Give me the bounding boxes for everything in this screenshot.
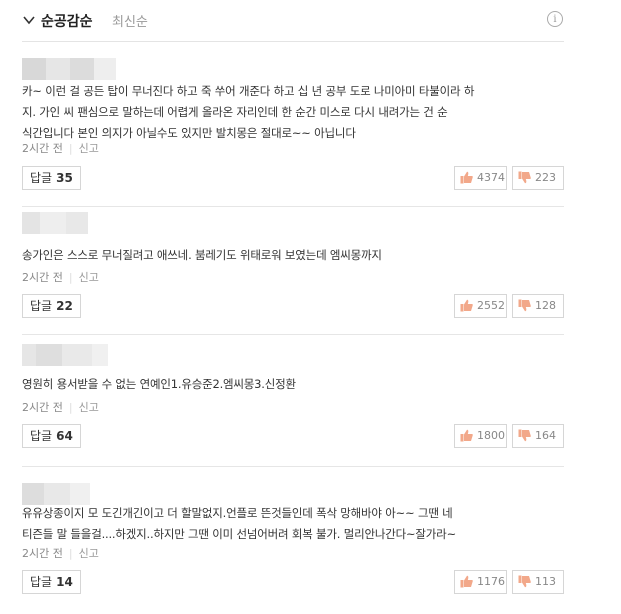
- like-button[interactable]: 1800: [454, 424, 507, 448]
- thumbs-down-icon: [518, 299, 531, 312]
- comment-divider: [22, 334, 564, 335]
- comment-time: 2시간 전: [22, 142, 63, 155]
- dislike-button[interactable]: 223: [512, 166, 564, 190]
- thumbs-up-icon: [460, 575, 473, 588]
- comment-sort-header: 순공감순 최신순 i: [22, 8, 564, 38]
- dislike-button[interactable]: 128: [512, 294, 564, 318]
- report-link[interactable]: 신고: [79, 271, 99, 284]
- thumbs-up-icon: [460, 171, 473, 184]
- comment-time: 2시간 전: [22, 547, 63, 560]
- comment-meta: 2시간 전 | 신고: [22, 547, 99, 560]
- chevron-down-icon[interactable]: [22, 13, 36, 27]
- reply-button[interactable]: 답글 64: [22, 424, 81, 448]
- comment-text: 카~ 이런 걸 공든 탑이 무너진다 하고 죽 쑤어 개준다 하고 십 년 공부…: [22, 84, 475, 140]
- comment-text: 유유상종이지 모 도긴개긴이고 더 할말없지.언플로 뜬것들인데 폭삭 망해바야…: [22, 506, 457, 541]
- reply-button[interactable]: 답글 22: [22, 294, 81, 318]
- like-button[interactable]: 2552: [454, 294, 507, 318]
- like-button[interactable]: 1176: [454, 570, 507, 594]
- blurred-avatar: [22, 212, 88, 234]
- dislike-button[interactable]: 113: [512, 570, 564, 594]
- report-link[interactable]: 신고: [79, 401, 99, 414]
- like-button[interactable]: 4374: [454, 166, 507, 190]
- comment-divider: [22, 466, 564, 467]
- comment-time: 2시간 전: [22, 271, 63, 284]
- report-link[interactable]: 신고: [79, 547, 99, 560]
- reply-button[interactable]: 답글 14: [22, 570, 81, 594]
- sort-by-latest[interactable]: 최신순: [112, 11, 148, 30]
- comment-text: 영원히 용서받을 수 없는 연예인1.유승준2.엠씨몽3.신정환: [22, 377, 296, 391]
- comment-meta: 2시간 전 | 신고: [22, 142, 99, 155]
- blurred-avatar: [22, 58, 116, 80]
- comment-divider: [22, 206, 564, 207]
- comment-time: 2시간 전: [22, 401, 63, 414]
- comment-text: 송가인은 스스로 무너질려고 애쓰네. 붐레기도 위태로워 보였는데 엠씨몽까지: [22, 248, 382, 262]
- header-divider: [22, 41, 564, 42]
- thumbs-down-icon: [518, 171, 531, 184]
- blurred-avatar: [22, 483, 90, 505]
- thumbs-down-icon: [518, 429, 531, 442]
- thumbs-up-icon: [460, 299, 473, 312]
- comment-meta: 2시간 전 | 신고: [22, 271, 99, 284]
- report-link[interactable]: 신고: [79, 142, 99, 155]
- blurred-avatar: [22, 344, 108, 366]
- sort-by-likes[interactable]: 순공감순: [41, 11, 93, 31]
- reply-button[interactable]: 답글 35: [22, 166, 81, 190]
- thumbs-up-icon: [460, 429, 473, 442]
- comment-meta: 2시간 전 | 신고: [22, 401, 99, 414]
- info-icon[interactable]: i: [547, 11, 563, 27]
- thumbs-down-icon: [518, 575, 531, 588]
- dislike-button[interactable]: 164: [512, 424, 564, 448]
